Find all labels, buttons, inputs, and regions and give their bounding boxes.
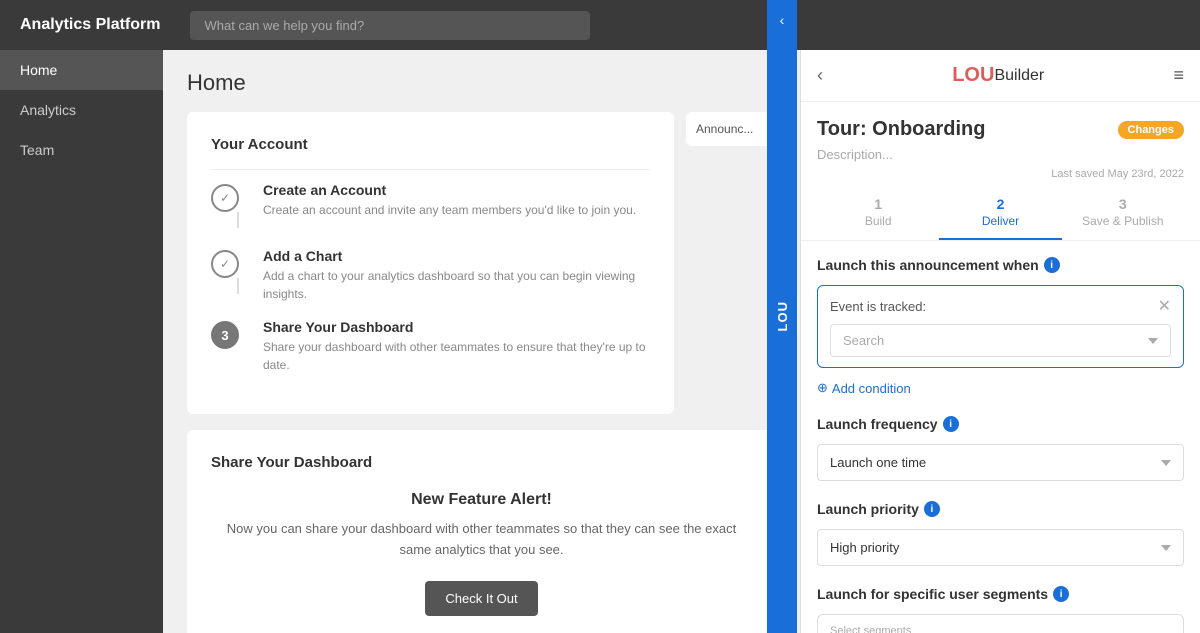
step-item-2: ✓ Add a Chart Add a chart to your analyt… (211, 248, 650, 303)
sidebar-item-label-analytics: Analytics (20, 102, 76, 118)
launch-when-info-icon: i (1044, 257, 1060, 273)
nav-step-deliver-num: 2 (939, 196, 1061, 212)
launch-segments-info-icon: i (1053, 586, 1069, 602)
last-saved-text: Last saved May 23rd, 2022 (817, 168, 1184, 180)
announce-card: Announc... (686, 112, 776, 146)
launch-segments-section: Launch for specific user segments i Sele… (817, 586, 1184, 633)
lou-toggle-button[interactable]: ‹ LOU (767, 50, 797, 633)
logo-lou-text: LOU (952, 64, 994, 87)
event-search-select[interactable]: Search (830, 324, 1171, 357)
step-title-1: Create an Account (263, 182, 636, 198)
step-desc-1: Create an account and invite any team me… (263, 201, 636, 219)
sidebar: Home Analytics Team (0, 50, 163, 633)
step-desc-3: Share your dashboard with other teammate… (263, 338, 650, 374)
sidebar-item-label-home: Home (20, 62, 57, 78)
launch-priority-label: Launch priority i (817, 501, 1184, 517)
launch-when-label: Launch this announcement when i (817, 257, 1184, 273)
launch-frequency-info-icon: i (943, 416, 959, 432)
nav-step-publish-num: 3 (1062, 196, 1184, 212)
main-layout: Home Analytics Team Home Your Account ✓ (0, 50, 1200, 633)
right-panel: ‹ LOU Builder ≡ Tour: Onboarding Changes… (800, 50, 1200, 633)
segments-sub-label: Select segments (830, 625, 1171, 633)
nav-step-build[interactable]: 1 Build (817, 196, 939, 240)
announce-label: Announc... (696, 122, 753, 136)
panel-body: Launch this announcement when i Event is… (801, 241, 1200, 633)
page-title: Home (187, 70, 776, 96)
launch-frequency-section: Launch frequency i Launch one time (817, 416, 1184, 481)
nav-step-deliver-label: Deliver (982, 214, 1019, 228)
alert-title: New Feature Alert! (211, 491, 752, 509)
back-button[interactable]: ‹ (817, 65, 823, 86)
changes-badge: Changes (1118, 121, 1184, 139)
step-item-1: ✓ Create an Account Create an account an… (211, 182, 650, 232)
panel-title-area: Tour: Onboarding Changes Description... … (801, 102, 1200, 188)
panel-menu-icon[interactable]: ≡ (1173, 65, 1184, 86)
toggle-label: LOU (775, 301, 790, 331)
launch-priority-select[interactable]: High priority (817, 529, 1184, 566)
search-container (190, 11, 590, 40)
alert-desc: Now you can share your dashboard with ot… (211, 519, 752, 561)
content-area: Home Your Account ✓ Create an Account Cr… (163, 50, 800, 633)
nav-step-publish-label: Save & Publish (1082, 214, 1163, 228)
topbar: Analytics Platform (0, 0, 1200, 50)
app-logo: Analytics Platform (20, 16, 160, 34)
add-condition-label: Add condition (832, 381, 911, 396)
step-desc-2: Add a chart to your analytics dashboard … (263, 267, 650, 303)
your-account-card: Your Account ✓ Create an Account Create … (187, 112, 674, 414)
panel-logo: LOU Builder (952, 64, 1044, 87)
step-icon-3: 3 (211, 321, 239, 349)
launch-priority-section: Launch priority i High priority (817, 501, 1184, 566)
step-icon-1: ✓ (211, 184, 239, 212)
step-icon-2: ✓ (211, 250, 239, 278)
nav-step-build-label: Build (865, 214, 892, 228)
add-condition-button[interactable]: ⊕ Add condition (817, 380, 1184, 396)
tour-description: Description... (817, 147, 1184, 162)
share-dashboard-card: Share Your Dashboard New Feature Alert! … (187, 430, 776, 633)
logo-builder-text: Builder (994, 67, 1044, 85)
step-title-2: Add a Chart (263, 248, 650, 264)
event-label: Event is tracked: (830, 299, 926, 314)
panel-header: ‹ LOU Builder ≡ (801, 50, 1200, 102)
share-dashboard-title: Share Your Dashboard (211, 454, 752, 471)
sidebar-item-label-team: Team (20, 142, 54, 158)
nav-step-deliver[interactable]: 2 Deliver (939, 196, 1061, 240)
your-account-title: Your Account (211, 136, 650, 153)
nav-step-publish[interactable]: 3 Save & Publish (1062, 196, 1184, 240)
event-box: Event is tracked: ✕ Search (817, 285, 1184, 368)
event-close-button[interactable]: ✕ (1158, 296, 1171, 316)
sidebar-item-home[interactable]: Home (0, 50, 163, 90)
launch-frequency-select[interactable]: Launch one time (817, 444, 1184, 481)
check-it-out-button[interactable]: Check It Out (425, 581, 537, 616)
launch-when-section: Launch this announcement when i Event is… (817, 257, 1184, 396)
nav-step-build-num: 1 (817, 196, 939, 212)
sidebar-item-analytics[interactable]: Analytics (0, 90, 163, 130)
sidebar-item-team[interactable]: Team (0, 130, 163, 170)
steps-nav: 1 Build 2 Deliver 3 Save & Publish (801, 196, 1200, 241)
step-title-3: Share Your Dashboard (263, 319, 650, 335)
add-condition-plus-icon: ⊕ (817, 380, 828, 396)
launch-segments-label: Launch for specific user segments i (817, 586, 1184, 602)
search-input[interactable] (190, 11, 590, 40)
launch-priority-info-icon: i (924, 501, 940, 517)
step-item-3: 3 Share Your Dashboard Share your dashbo… (211, 319, 650, 374)
launch-frequency-label: Launch frequency i (817, 416, 1184, 432)
tour-title: Tour: Onboarding (817, 118, 986, 141)
